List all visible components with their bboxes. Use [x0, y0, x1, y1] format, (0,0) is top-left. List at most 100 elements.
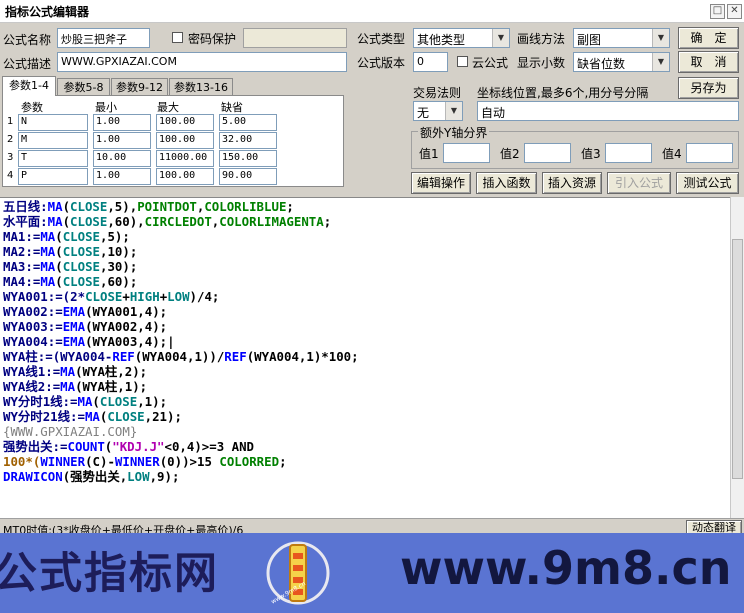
code-token: 水平面:: [3, 214, 48, 229]
tab-params-9-12[interactable]: 参数9-12: [111, 78, 168, 96]
param-name-input[interactable]: P: [18, 168, 88, 185]
param-name-input[interactable]: N: [18, 114, 88, 131]
decimals-label: 显示小数: [517, 56, 566, 70]
code-token: COLORLIMAGENTA: [219, 214, 324, 229]
code-token: 五日线:: [3, 199, 48, 214]
axis-position-input[interactable]: 自动: [477, 101, 739, 121]
tab-params-13-16[interactable]: 参数13-16: [169, 78, 233, 96]
param-min-input[interactable]: 1.00: [93, 132, 151, 149]
param-min-input[interactable]: 1.00: [93, 114, 151, 131]
y-value-3-input[interactable]: [605, 143, 652, 163]
param-default-input[interactable]: 150.00: [219, 150, 277, 167]
axis-position-label: 坐标线位置,最多6个,用分号分隔: [477, 86, 649, 100]
cancel-button[interactable]: 取 消: [678, 51, 739, 73]
param-header-name: 参数: [21, 101, 43, 114]
code-line: {WWW.GPXIAZAI.COM}: [3, 424, 137, 439]
code-token: MA: [47, 199, 63, 214]
tab-params-1-4[interactable]: 参数1-4: [2, 76, 56, 96]
code-token: (: [55, 259, 63, 274]
code-token: EMA: [62, 319, 86, 334]
code-token: ,21);: [144, 409, 182, 424]
code-token: HIGH: [129, 289, 160, 304]
y-value-4-input[interactable]: [686, 143, 733, 163]
y-value-2-label: 值2: [500, 147, 520, 161]
param-min-input[interactable]: 1.00: [93, 168, 151, 185]
draw-method-value: 副图: [577, 33, 602, 47]
cloud-formula-label: 云公式: [472, 56, 509, 70]
password-input: [243, 28, 347, 48]
code-line: WYA004:=EMA(WYA003,4);|: [3, 334, 175, 349]
code-token: CLOSE: [70, 214, 108, 229]
code-token: REF: [112, 349, 135, 364]
banner-right-text: www.9m8.cn: [400, 541, 732, 595]
draw-method-select[interactable]: 副图 ▼: [573, 28, 670, 48]
maximize-button[interactable]: □: [710, 4, 725, 19]
save-as-button[interactable]: 另存为: [678, 77, 739, 99]
test-formula-button[interactable]: 测试公式: [676, 172, 739, 194]
params-panel: 参数 最小 最大 缺省 1 N 1.00 100.00 5.00 2 M 1.0…: [2, 95, 344, 187]
tab-params-5-8[interactable]: 参数5-8: [57, 78, 110, 96]
param-max-input[interactable]: 11000.00: [156, 150, 214, 167]
param-max-input[interactable]: 100.00: [156, 168, 214, 185]
code-token: CLOSE: [85, 289, 123, 304]
window-title: 指标公式编辑器: [5, 5, 90, 19]
formula-desc-input[interactable]: WWW.GPXIAZAI.COM: [57, 52, 347, 72]
close-button[interactable]: ✕: [727, 4, 742, 19]
code-token: MA: [40, 274, 56, 289]
param-row-number: 1: [7, 116, 14, 127]
code-token: MA: [84, 409, 100, 424]
param-max-input[interactable]: 100.00: [156, 132, 214, 149]
edit-operations-button[interactable]: 编辑操作: [411, 172, 471, 194]
code-token: <0,4)>=3 AND: [164, 439, 255, 454]
code-line: WYA001:=(2*CLOSE+HIGH+LOW)/4;: [3, 289, 219, 304]
param-name-input[interactable]: M: [18, 132, 88, 149]
param-row-number: 4: [7, 170, 14, 181]
code-token: (WYA002,4);: [85, 319, 168, 334]
code-line: 五日线:MA(CLOSE,5),POINTDOT,COLORLIBLUE;: [3, 199, 294, 214]
param-row-number: 2: [7, 134, 14, 145]
formula-name-input[interactable]: 炒股三把斧子: [57, 28, 150, 48]
y-value-2-input[interactable]: [524, 143, 571, 163]
y-value-4-label: 值4: [662, 147, 682, 161]
param-default-input[interactable]: 90.00: [219, 168, 277, 185]
code-token: ;: [279, 454, 287, 469]
import-formula-button[interactable]: 引入公式: [607, 172, 671, 194]
param-default-input[interactable]: 32.00: [219, 132, 277, 149]
code-line: WYA003:=EMA(WYA002,4);: [3, 319, 167, 334]
editor-vertical-scrollbar[interactable]: [730, 197, 744, 518]
code-token: (: [62, 214, 71, 229]
code-token: CLOSE: [62, 229, 101, 244]
formula-version-input[interactable]: 0: [413, 52, 448, 72]
cloud-formula-checkbox[interactable]: [457, 56, 468, 67]
param-min-input[interactable]: 10.00: [93, 150, 151, 167]
code-token: CIRCLEDOT: [144, 214, 212, 229]
code-token: +: [122, 289, 130, 304]
password-label: 密码保护: [188, 32, 237, 46]
code-token: LOW: [167, 289, 190, 304]
watermark-banner: 公式指标网 www.9m8.cn www.9m8.cn: [0, 533, 744, 613]
param-name-input[interactable]: T: [18, 150, 88, 167]
code-token: (强势出关,: [62, 469, 128, 484]
password-checkbox[interactable]: [172, 32, 183, 43]
decimals-value: 缺省位数: [577, 57, 626, 71]
code-line: MA1:=MA(CLOSE,5);: [3, 229, 130, 244]
code-token: COLORLIBLUE: [204, 199, 287, 214]
formula-type-select[interactable]: 其他类型 ▼: [413, 28, 510, 48]
code-token: "KDJ.J": [112, 439, 165, 454]
scrollbar-thumb[interactable]: [732, 239, 743, 479]
formula-code-editor[interactable]: 五日线:MA(CLOSE,5),POINTDOT,COLORLIBLUE; 水平面…: [0, 197, 730, 519]
code-token: WYA002:=: [3, 304, 63, 319]
code-token: CLOSE: [99, 394, 138, 409]
insert-resource-button[interactable]: 插入资源: [542, 172, 602, 194]
param-max-input[interactable]: 100.00: [156, 114, 214, 131]
trade-rule-select[interactable]: 无 ▼: [413, 101, 463, 121]
site-logo-icon: www.9m8.cn: [262, 535, 334, 611]
code-line: 100*(WINNER(C)-WINNER(0))>15 COLORRED;: [3, 454, 287, 469]
ok-button[interactable]: 确 定: [678, 27, 739, 49]
decimals-select[interactable]: 缺省位数 ▼: [573, 52, 670, 72]
y-value-1-input[interactable]: [443, 143, 490, 163]
param-default-input[interactable]: 5.00: [219, 114, 277, 131]
insert-function-button[interactable]: 插入函数: [476, 172, 537, 194]
formula-type-label: 公式类型: [357, 32, 406, 46]
code-token: MA: [40, 229, 56, 244]
